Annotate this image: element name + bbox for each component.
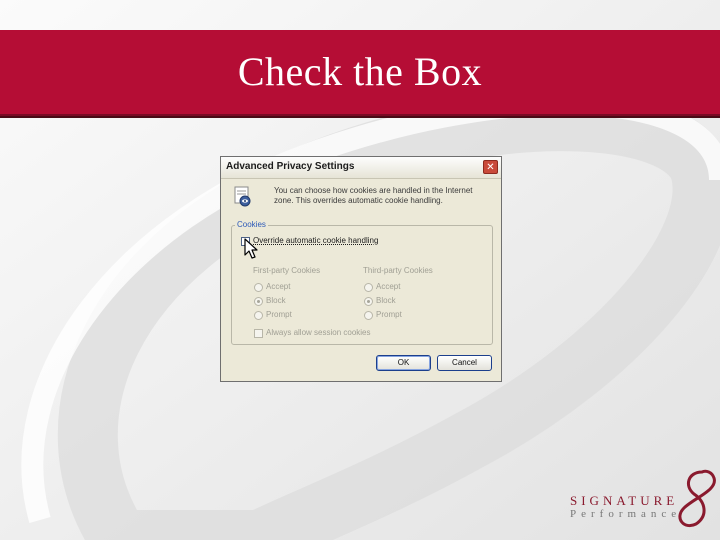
third-party-block-radio[interactable]: [364, 297, 373, 306]
first-party-block-label: Block: [266, 296, 286, 305]
dialog-title: Advanced Privacy Settings: [226, 161, 355, 172]
first-party-prompt-radio[interactable]: [254, 311, 263, 320]
advanced-privacy-dialog: Advanced Privacy Settings ✕ You can choo…: [220, 156, 502, 382]
third-party-prompt-label: Prompt: [376, 310, 402, 319]
first-party-header: First-party Cookies: [253, 266, 321, 275]
logo-signature-text: SIGNATURE: [570, 493, 679, 508]
override-label[interactable]: Override automatic cookie handling: [253, 236, 378, 245]
cancel-button[interactable]: Cancel: [437, 355, 492, 371]
third-party-header: Third-party Cookies: [363, 266, 433, 275]
session-cookies-checkbox[interactable]: [254, 329, 263, 338]
mouse-pointer-icon: [244, 238, 258, 259]
third-party-accept-radio[interactable]: [364, 283, 373, 292]
close-button[interactable]: ✕: [483, 160, 498, 174]
third-party-block-label: Block: [376, 296, 396, 305]
logo-performance-text: Performance: [570, 508, 682, 520]
privacy-document-icon: [234, 186, 251, 207]
first-party-prompt-label: Prompt: [266, 310, 292, 319]
third-party-accept-label: Accept: [376, 282, 401, 291]
dialog-titlebar: Advanced Privacy Settings ✕: [221, 157, 501, 179]
first-party-block-radio[interactable]: [254, 297, 263, 306]
dialog-description: You can choose how cookies are handled i…: [274, 186, 473, 205]
cookies-group-label: Cookies: [235, 220, 268, 229]
first-party-accept-radio[interactable]: [254, 283, 263, 292]
third-party-prompt-radio[interactable]: [364, 311, 373, 320]
first-party-accept-label: Accept: [266, 282, 291, 291]
logo-eight-mark: [678, 469, 716, 527]
slide-title: Check the Box: [237, 49, 483, 94]
ok-button[interactable]: OK: [376, 355, 431, 371]
session-cookies-label: Always allow session cookies: [266, 328, 371, 337]
